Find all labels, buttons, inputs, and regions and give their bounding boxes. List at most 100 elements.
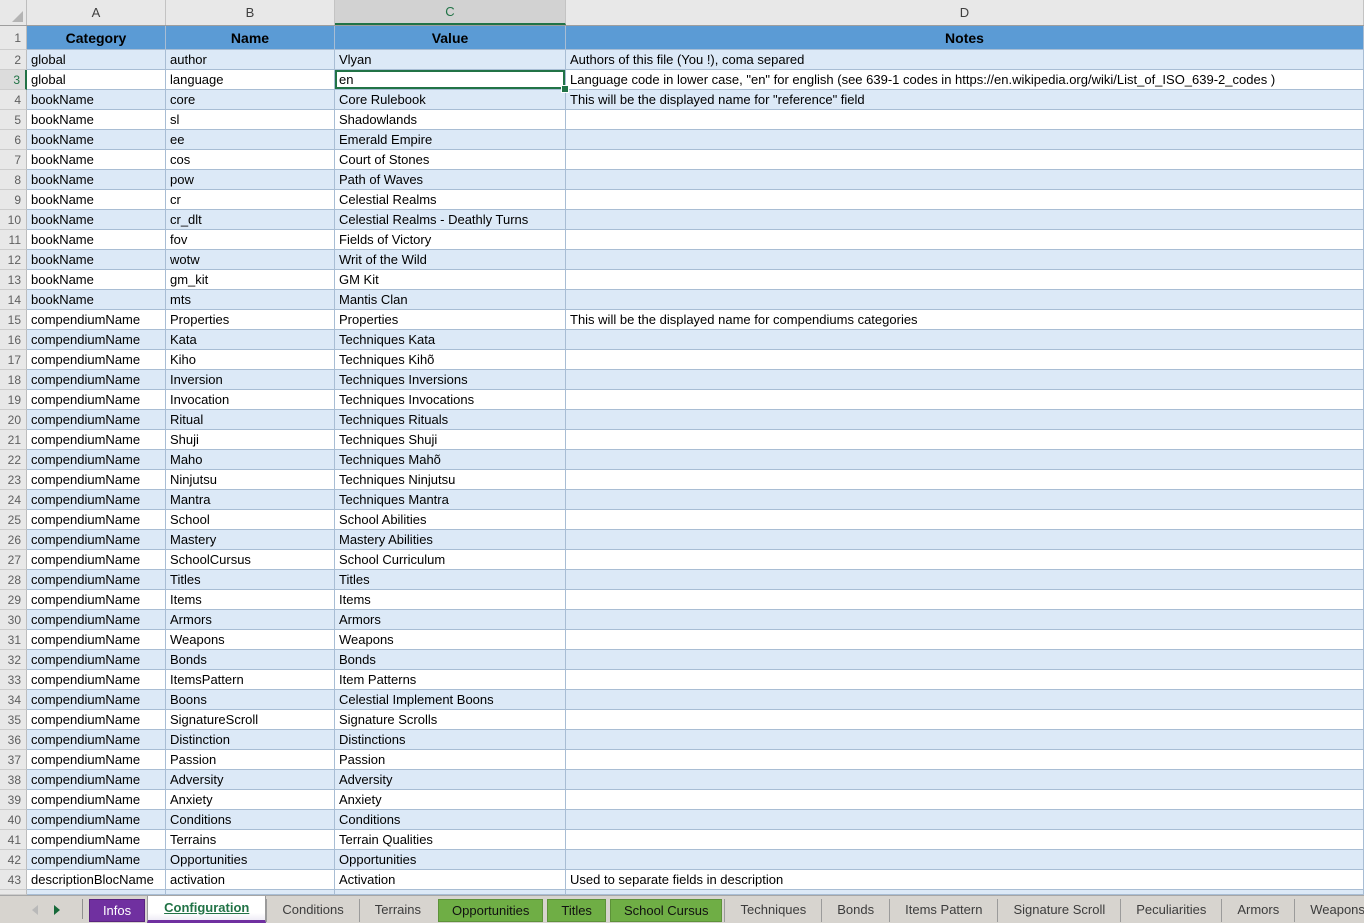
row-header-4[interactable]: 4 (0, 90, 27, 110)
sheet-tab-bonds[interactable]: Bonds (821, 899, 889, 922)
cell-C16[interactable]: Techniques Kata (335, 330, 566, 350)
cell-D43[interactable]: Used to separate fields in description (566, 870, 1364, 890)
row-header-12[interactable]: 12 (0, 250, 27, 270)
tabs-scroll-right-button[interactable] (46, 896, 68, 923)
cell-D7[interactable] (566, 150, 1364, 170)
cell-D25[interactable] (566, 510, 1364, 530)
row-header-40[interactable]: 40 (0, 810, 27, 830)
cell-C40[interactable]: Conditions (335, 810, 566, 830)
row-header-15[interactable]: 15 (0, 310, 27, 330)
cell-C17[interactable]: Techniques Kihõ (335, 350, 566, 370)
cell-A7[interactable]: bookName (27, 150, 166, 170)
cell-D16[interactable] (566, 330, 1364, 350)
row-header-20[interactable]: 20 (0, 410, 27, 430)
cell-C18[interactable]: Techniques Inversions (335, 370, 566, 390)
cell-B29[interactable]: Items (166, 590, 335, 610)
cell-B15[interactable]: Properties (166, 310, 335, 330)
cell-C20[interactable]: Techniques Rituals (335, 410, 566, 430)
sheet-tab-terrains[interactable]: Terrains (359, 899, 436, 922)
row-header-2[interactable]: 2 (0, 50, 27, 70)
cell-B13[interactable]: gm_kit (166, 270, 335, 290)
cell-C11[interactable]: Fields of Victory (335, 230, 566, 250)
cell-B16[interactable]: Kata (166, 330, 335, 350)
row-header-19[interactable]: 19 (0, 390, 27, 410)
cell-A43[interactable]: descriptionBlocName (27, 870, 166, 890)
cell-B30[interactable]: Armors (166, 610, 335, 630)
cell-C8[interactable]: Path of Waves (335, 170, 566, 190)
cell-D28[interactable] (566, 570, 1364, 590)
cell-B17[interactable]: Kiho (166, 350, 335, 370)
row-header-34[interactable]: 34 (0, 690, 27, 710)
cell-A36[interactable]: compendiumName (27, 730, 166, 750)
cell-D29[interactable] (566, 590, 1364, 610)
cell-C43[interactable]: Activation (335, 870, 566, 890)
cell-B9[interactable]: cr (166, 190, 335, 210)
row-header-1[interactable]: 1 (0, 26, 27, 50)
cell-A38[interactable]: compendiumName (27, 770, 166, 790)
column-header-a[interactable]: A (27, 0, 166, 25)
row-header-26[interactable]: 26 (0, 530, 27, 550)
cell-A4[interactable]: bookName (27, 90, 166, 110)
sheet-tab-infos[interactable]: Infos (89, 899, 145, 922)
cell-C36[interactable]: Distinctions (335, 730, 566, 750)
cell-A40[interactable]: compendiumName (27, 810, 166, 830)
tabs-scroll-left-button[interactable] (24, 896, 46, 923)
cell-B8[interactable]: pow (166, 170, 335, 190)
cell-D21[interactable] (566, 430, 1364, 450)
cell-D5[interactable] (566, 110, 1364, 130)
row-header-41[interactable]: 41 (0, 830, 27, 850)
row-header-25[interactable]: 25 (0, 510, 27, 530)
cell-C26[interactable]: Mastery Abilities (335, 530, 566, 550)
cell-A15[interactable]: compendiumName (27, 310, 166, 330)
row-header-7[interactable]: 7 (0, 150, 27, 170)
cell-B21[interactable]: Shuji (166, 430, 335, 450)
row-header-10[interactable]: 10 (0, 210, 27, 230)
cell-D6[interactable] (566, 130, 1364, 150)
cell-C13[interactable]: GM Kit (335, 270, 566, 290)
cell-C7[interactable]: Court of Stones (335, 150, 566, 170)
cell-C3[interactable]: en (335, 70, 566, 90)
cell-D40[interactable] (566, 810, 1364, 830)
row-header-8[interactable]: 8 (0, 170, 27, 190)
cell-C19[interactable]: Techniques Invocations (335, 390, 566, 410)
row-header-21[interactable]: 21 (0, 430, 27, 450)
column-header-c[interactable]: C (335, 0, 566, 25)
cell-D14[interactable] (566, 290, 1364, 310)
row-header-17[interactable]: 17 (0, 350, 27, 370)
cell-D3[interactable]: Language code in lower case, "en" for en… (566, 70, 1364, 90)
cell-D27[interactable] (566, 550, 1364, 570)
cell-D26[interactable] (566, 530, 1364, 550)
cell-D42[interactable] (566, 850, 1364, 870)
cell-C41[interactable]: Terrain Qualities (335, 830, 566, 850)
cell-C34[interactable]: Celestial Implement Boons (335, 690, 566, 710)
cell-A20[interactable]: compendiumName (27, 410, 166, 430)
cell-A23[interactable]: compendiumName (27, 470, 166, 490)
cell-D31[interactable] (566, 630, 1364, 650)
cell-D19[interactable] (566, 390, 1364, 410)
row-header-28[interactable]: 28 (0, 570, 27, 590)
cell-B37[interactable]: Passion (166, 750, 335, 770)
cell-D8[interactable] (566, 170, 1364, 190)
column-header-b[interactable]: B (166, 0, 335, 25)
cell-D11[interactable] (566, 230, 1364, 250)
cell-B42[interactable]: Opportunities (166, 850, 335, 870)
sheet-tab-peculiarities[interactable]: Peculiarities (1120, 899, 1221, 922)
cell-D10[interactable] (566, 210, 1364, 230)
row-header-39[interactable]: 39 (0, 790, 27, 810)
row-header-37[interactable]: 37 (0, 750, 27, 770)
cell-D18[interactable] (566, 370, 1364, 390)
cell-A16[interactable]: compendiumName (27, 330, 166, 350)
sheet-tab-signature-scroll[interactable]: Signature Scroll (997, 899, 1120, 922)
cell-B10[interactable]: cr_dlt (166, 210, 335, 230)
row-header-9[interactable]: 9 (0, 190, 27, 210)
cell-A41[interactable]: compendiumName (27, 830, 166, 850)
cell-B12[interactable]: wotw (166, 250, 335, 270)
cell-A42[interactable]: compendiumName (27, 850, 166, 870)
cell-A10[interactable]: bookName (27, 210, 166, 230)
cell-C4[interactable]: Core Rulebook (335, 90, 566, 110)
cell-A3[interactable]: global (27, 70, 166, 90)
cell-A21[interactable]: compendiumName (27, 430, 166, 450)
cell-C25[interactable]: School Abilities (335, 510, 566, 530)
cell-C37[interactable]: Passion (335, 750, 566, 770)
row-header-24[interactable]: 24 (0, 490, 27, 510)
